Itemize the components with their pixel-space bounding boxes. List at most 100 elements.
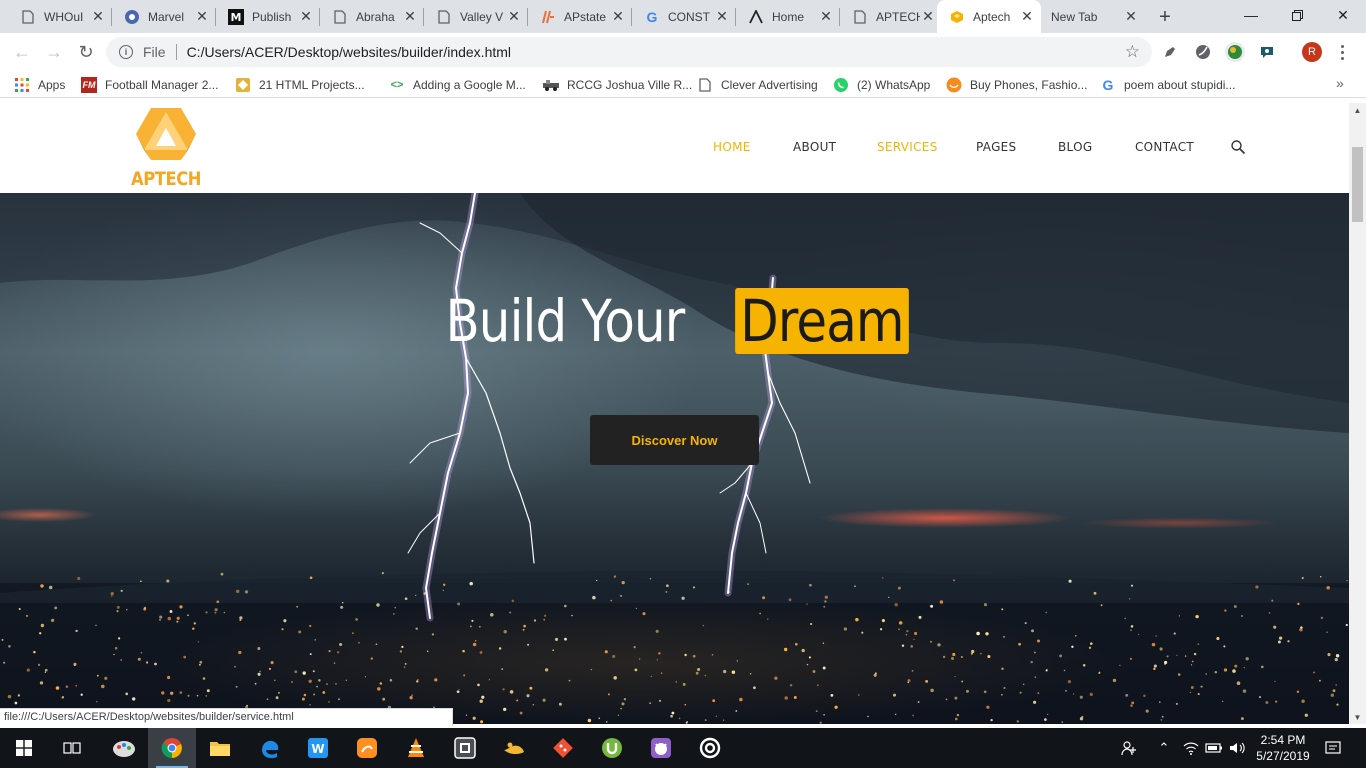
- close-icon[interactable]: ✕: [506, 8, 522, 25]
- discover-now-button[interactable]: Discover Now: [590, 415, 759, 465]
- city-light: [471, 619, 474, 622]
- chevron-up-icon[interactable]: ⌃: [1154, 728, 1174, 768]
- close-icon[interactable]: ✕: [1123, 8, 1139, 25]
- close-icon[interactable]: ✕: [402, 8, 418, 25]
- bookmark-clever-advertising[interactable]: Clever Advertising: [697, 74, 818, 96]
- city-light: [1001, 693, 1003, 696]
- file-explorer-icon[interactable]: [196, 728, 244, 768]
- people-icon[interactable]: [1118, 728, 1140, 768]
- url-text[interactable]: C:/Users/ACER/Desktop/websites/builder/i…: [187, 44, 511, 60]
- bookmark-star-icon[interactable]: ☆: [1125, 42, 1140, 62]
- extension-leaf-icon[interactable]: [1193, 42, 1213, 62]
- taskbar-clock[interactable]: 2:54 PM 5/27/2019: [1252, 732, 1314, 764]
- city-light: [1178, 615, 1180, 617]
- city-light: [170, 691, 174, 695]
- nav-services[interactable]: SERVICES: [877, 140, 938, 154]
- edge-icon[interactable]: [245, 728, 293, 768]
- city-light: [502, 688, 505, 691]
- genie-icon[interactable]: [490, 728, 538, 768]
- page-scrollbar[interactable]: ▲ ▼: [1349, 103, 1366, 724]
- bookmark-football-manager[interactable]: FM Football Manager 2...: [81, 74, 218, 96]
- close-icon[interactable]: ✕: [298, 8, 314, 25]
- nav-pages[interactable]: PAGES: [976, 140, 1016, 154]
- reload-button[interactable]: ↻: [72, 38, 100, 66]
- medium-icon: M: [228, 8, 244, 25]
- close-icon[interactable]: ✕: [90, 8, 106, 25]
- profile-avatar[interactable]: R: [1302, 42, 1322, 62]
- ring-app-icon[interactable]: [686, 728, 734, 768]
- city-light: [1242, 689, 1247, 693]
- tab-aptech-doc[interactable]: APTECH ✕: [840, 0, 942, 33]
- city-light: [1075, 635, 1077, 637]
- extension-chat-icon[interactable]: [1257, 42, 1277, 62]
- city-light: [1243, 666, 1245, 669]
- tab-whoui[interactable]: WHOuI ✕: [8, 0, 112, 33]
- back-button[interactable]: ←: [8, 38, 36, 66]
- city-light: [1071, 645, 1074, 648]
- github-desktop-icon[interactable]: [637, 728, 685, 768]
- close-icon[interactable]: ✕: [818, 8, 834, 25]
- nav-contact[interactable]: CONTACT: [1135, 140, 1194, 154]
- extension-pen-icon[interactable]: [1160, 42, 1180, 62]
- city-light: [956, 713, 960, 717]
- sublime-icon[interactable]: [441, 728, 489, 768]
- tab-aptech-active[interactable]: Aptech ✕: [937, 0, 1041, 33]
- tab-const[interactable]: G CONST ✕: [632, 0, 736, 33]
- tab-newtab[interactable]: New Tab ✕: [1041, 0, 1145, 33]
- tab-marvel[interactable]: Marvel ✕: [112, 0, 216, 33]
- info-icon[interactable]: i: [119, 45, 133, 59]
- site-logo[interactable]: APTECH BUILDER: [104, 106, 228, 212]
- chevron-double-right-icon[interactable]: »: [1336, 75, 1344, 91]
- new-tab-button[interactable]: +: [1152, 4, 1178, 30]
- close-window-button[interactable]: ✕: [1320, 0, 1366, 30]
- nav-about[interactable]: ABOUT: [793, 140, 836, 154]
- chrome-icon[interactable]: [148, 728, 196, 768]
- uc-browser-icon[interactable]: [343, 728, 391, 768]
- tab-abraham[interactable]: Abraha ✕: [320, 0, 424, 33]
- task-view-icon[interactable]: [48, 728, 96, 768]
- bookmark-apps[interactable]: Apps: [14, 74, 65, 96]
- restore-button[interactable]: [1274, 0, 1320, 30]
- tab-home[interactable]: Home ✕: [736, 0, 840, 33]
- start-icon[interactable]: [0, 728, 48, 768]
- bookmark-poem[interactable]: G poem about stupidi...: [1100, 74, 1236, 96]
- forward-button[interactable]: →: [40, 38, 68, 66]
- city-light: [695, 671, 699, 675]
- utorrent-icon[interactable]: [588, 728, 636, 768]
- close-icon[interactable]: ✕: [714, 8, 730, 25]
- city-light: [1024, 622, 1027, 625]
- tab-apstate[interactable]: APstate ✕: [528, 0, 632, 33]
- extension-globe-icon[interactable]: [1225, 42, 1245, 62]
- close-icon[interactable]: ✕: [610, 8, 626, 25]
- bookmark-whatsapp[interactable]: (2) WhatsApp: [833, 74, 930, 96]
- close-icon[interactable]: ✕: [194, 8, 210, 25]
- scroll-up-arrow-icon[interactable]: ▲: [1349, 103, 1366, 117]
- city-light: [881, 619, 885, 623]
- close-icon[interactable]: ✕: [920, 8, 936, 25]
- bookmark-rccg[interactable]: RCCG Joshua Ville R...: [543, 74, 692, 96]
- nav-blog[interactable]: BLOG: [1058, 140, 1092, 154]
- paint-icon[interactable]: [100, 728, 148, 768]
- city-light: [244, 590, 249, 594]
- tab-valley[interactable]: Valley V ✕: [424, 0, 528, 33]
- nav-home[interactable]: HOME: [713, 140, 751, 154]
- minimize-button[interactable]: —: [1228, 0, 1274, 30]
- bookmark-html-projects[interactable]: 21 HTML Projects...: [235, 74, 365, 96]
- search-icon[interactable]: [1230, 139, 1246, 155]
- bookmark-google-map[interactable]: <> Adding a Google M...: [389, 74, 526, 96]
- tab-publish[interactable]: M Publish ✕: [216, 0, 320, 33]
- volume-icon[interactable]: [1226, 728, 1248, 768]
- wps-icon[interactable]: W: [294, 728, 342, 768]
- close-icon[interactable]: ✕: [1019, 8, 1035, 25]
- city-light: [971, 649, 975, 654]
- battery-icon[interactable]: [1203, 728, 1225, 768]
- wifi-icon[interactable]: [1180, 728, 1202, 768]
- vlc-icon[interactable]: [392, 728, 440, 768]
- address-bar[interactable]: i File C:/Users/ACER/Desktop/websites/bu…: [106, 37, 1152, 67]
- git-icon[interactable]: [539, 728, 587, 768]
- bookmark-jumia[interactable]: Buy Phones, Fashio...: [946, 74, 1087, 96]
- notifications-icon[interactable]: [1320, 728, 1346, 768]
- scroll-down-arrow-icon[interactable]: ▼: [1349, 710, 1366, 724]
- scrollbar-thumb[interactable]: [1352, 147, 1363, 222]
- chrome-menu-icon[interactable]: [1334, 41, 1350, 63]
